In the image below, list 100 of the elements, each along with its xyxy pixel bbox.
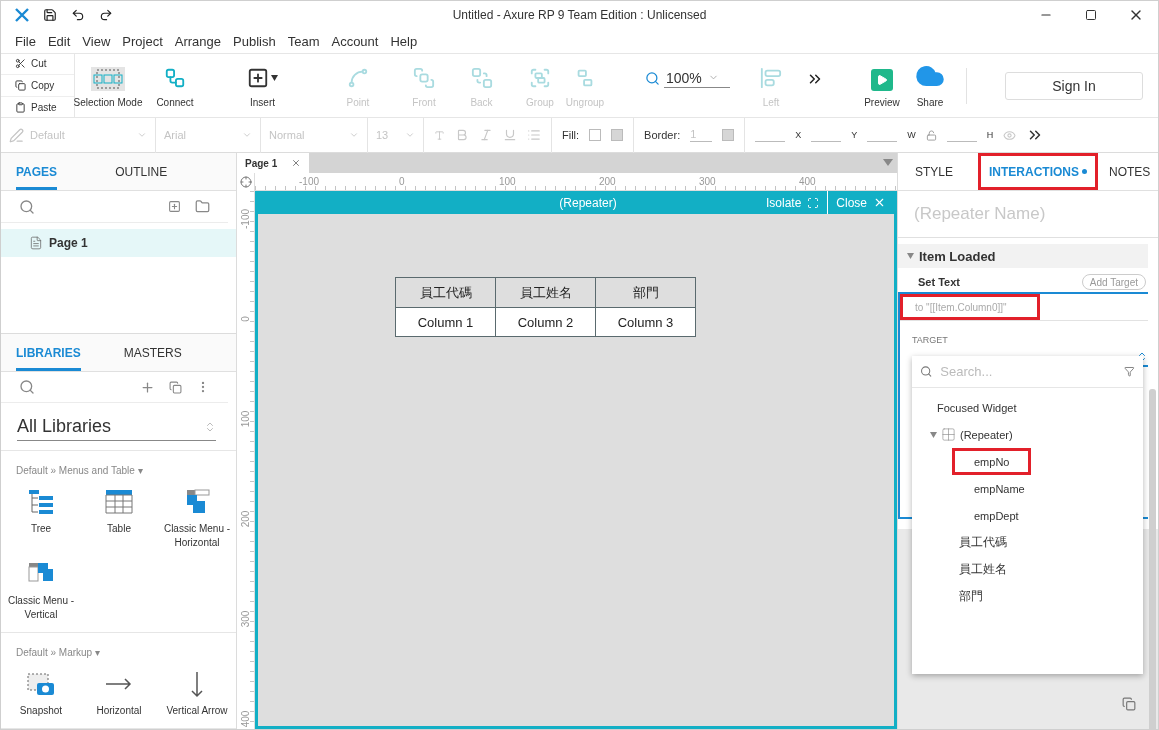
menu-item[interactable]: Publish bbox=[227, 30, 282, 52]
toolbar-button[interactable]: Selection Mode bbox=[75, 59, 141, 112]
menu-item[interactable]: Account bbox=[325, 30, 385, 52]
ruler-label: 100 bbox=[239, 410, 251, 428]
expand-caret-icon[interactable] bbox=[930, 431, 937, 438]
folder-icon[interactable] bbox=[195, 199, 210, 214]
bold-icon[interactable] bbox=[455, 128, 469, 142]
menu-item[interactable]: Team bbox=[281, 30, 326, 52]
shadow-swatch[interactable] bbox=[611, 129, 624, 141]
dot-icon bbox=[1082, 169, 1087, 174]
menu-item[interactable]: Edit bbox=[41, 30, 77, 52]
toolbar-button[interactable]: Connect bbox=[141, 59, 209, 112]
panel-tab[interactable]: LIBRARIES bbox=[16, 345, 81, 371]
menu-item[interactable]: Arrange bbox=[168, 30, 228, 52]
play-icon bbox=[871, 68, 893, 91]
scrollbar[interactable] bbox=[1149, 389, 1156, 729]
menu-item[interactable]: View bbox=[76, 30, 117, 52]
zoom-field[interactable]: 100% bbox=[664, 69, 730, 88]
save-icon[interactable] bbox=[43, 8, 57, 22]
font-color-icon[interactable] bbox=[434, 129, 445, 141]
fill-swatch[interactable] bbox=[589, 129, 602, 141]
library-widget[interactable]: Classic Menu - Horizontal bbox=[158, 488, 236, 550]
library-widget[interactable]: Tree bbox=[2, 488, 80, 550]
toolbar-button[interactable]: Share bbox=[906, 59, 954, 112]
fill-label: Fill: bbox=[562, 129, 580, 141]
underline-icon[interactable] bbox=[503, 128, 517, 142]
chevron-icon bbox=[349, 130, 359, 140]
ruler-label: 200 bbox=[599, 176, 616, 187]
redo-icon[interactable] bbox=[99, 8, 113, 22]
panel-tab[interactable]: INTERACTIONS bbox=[978, 153, 1098, 190]
ruler-label: 300 bbox=[699, 176, 716, 187]
panel-tab[interactable]: NOTES bbox=[1098, 153, 1158, 190]
target-label: TARGET bbox=[911, 334, 949, 345]
undo-icon[interactable] bbox=[71, 8, 85, 22]
document-tab[interactable]: Page 1 bbox=[237, 153, 310, 173]
toolbar-button[interactable]: Insert bbox=[209, 59, 316, 112]
library-group-title[interactable]: Default » Menus and Table ▾ bbox=[1, 451, 236, 476]
lock-icon[interactable] bbox=[925, 129, 937, 141]
search-icon[interactable] bbox=[19, 198, 35, 215]
tab-menu-icon[interactable] bbox=[883, 159, 893, 166]
close-icon[interactable] bbox=[291, 158, 302, 168]
app-logo bbox=[15, 8, 29, 22]
target-option[interactable]: empNo bbox=[952, 448, 1032, 475]
target-option[interactable]: 員工姓名 bbox=[959, 556, 1007, 583]
ruler-label: 400 bbox=[239, 710, 251, 728]
menu-item[interactable]: Help bbox=[384, 30, 424, 52]
ruler-label: 0 bbox=[399, 176, 405, 187]
align-left-icon bbox=[760, 66, 782, 89]
connector-icon bbox=[164, 66, 186, 89]
library-widget[interactable]: Table bbox=[80, 488, 158, 550]
table-cell: Column 3 bbox=[595, 307, 696, 337]
plus-icon[interactable] bbox=[140, 379, 155, 395]
sign-in-button[interactable]: Sign In bbox=[1005, 71, 1143, 100]
clipboard-button[interactable]: Paste bbox=[1, 96, 74, 118]
target-option[interactable]: 員工代碼 bbox=[959, 529, 1007, 556]
target-option[interactable]: Focused Widget bbox=[937, 394, 1017, 421]
close-icon bbox=[873, 196, 886, 209]
page-icon bbox=[29, 236, 43, 250]
selection-mode-icon bbox=[93, 68, 123, 89]
library-widget[interactable]: Snapshot bbox=[2, 670, 80, 718]
library-group-title[interactable]: Default » Markup ▾ bbox=[1, 633, 236, 658]
coordinate-label: H bbox=[986, 130, 994, 140]
target-option[interactable]: (Repeater) bbox=[960, 421, 1013, 448]
target-option[interactable]: empName bbox=[974, 475, 1025, 502]
panel-tab[interactable]: MASTERS bbox=[123, 345, 182, 371]
windows-icon[interactable] bbox=[169, 380, 182, 394]
search-icon[interactable] bbox=[19, 379, 35, 396]
italic-icon[interactable] bbox=[479, 128, 493, 142]
table-header-cell: 部門 bbox=[595, 277, 696, 308]
ruler-label: 0 bbox=[239, 316, 251, 322]
list-icon[interactable] bbox=[527, 128, 541, 142]
action-title: Set Text bbox=[918, 276, 960, 288]
filter-icon[interactable] bbox=[1124, 365, 1135, 378]
target-option[interactable]: empDept bbox=[974, 502, 1019, 529]
panel-tab[interactable]: OUTLINE bbox=[115, 165, 168, 190]
library-widget[interactable]: Horizontal bbox=[80, 670, 158, 718]
menu-item[interactable]: File bbox=[9, 30, 42, 52]
panel-tab[interactable]: PAGES bbox=[16, 165, 58, 190]
restore-icon[interactable] bbox=[1122, 697, 1136, 711]
target-option[interactable]: 部門 bbox=[959, 583, 983, 610]
window-title: Untitled - Axure RP 9 Team Edition : Unlicensed bbox=[452, 8, 707, 22]
border-color-swatch[interactable] bbox=[722, 129, 735, 141]
search-field[interactable]: Search... bbox=[938, 363, 1119, 380]
library-widget[interactable]: Classic Menu - Vertical bbox=[2, 560, 80, 622]
caret-icon bbox=[271, 74, 278, 81]
table-header-cell: 員工姓名 bbox=[495, 277, 596, 308]
menu-item[interactable]: Project bbox=[116, 30, 169, 52]
table-header-cell: 員工代碼 bbox=[395, 277, 496, 308]
clipboard-button[interactable]: Copy bbox=[1, 75, 74, 97]
library-widget[interactable]: Vertical Arrow bbox=[158, 670, 236, 718]
point-icon bbox=[347, 66, 369, 89]
add-page-icon[interactable] bbox=[168, 200, 181, 213]
event-header[interactable]: Item Loaded bbox=[898, 244, 1148, 268]
page-item[interactable]: Page 1 bbox=[1, 229, 236, 257]
toolbar-button[interactable]: Preview bbox=[858, 59, 906, 112]
library-select[interactable]: All Libraries bbox=[17, 413, 216, 442]
clipboard-button[interactable]: Cut bbox=[1, 53, 74, 76]
panel-tab[interactable]: STYLE bbox=[904, 153, 964, 190]
visibility-icon[interactable] bbox=[1003, 128, 1017, 142]
expression-text: to "[[Item.Column0]]" bbox=[900, 294, 1040, 320]
